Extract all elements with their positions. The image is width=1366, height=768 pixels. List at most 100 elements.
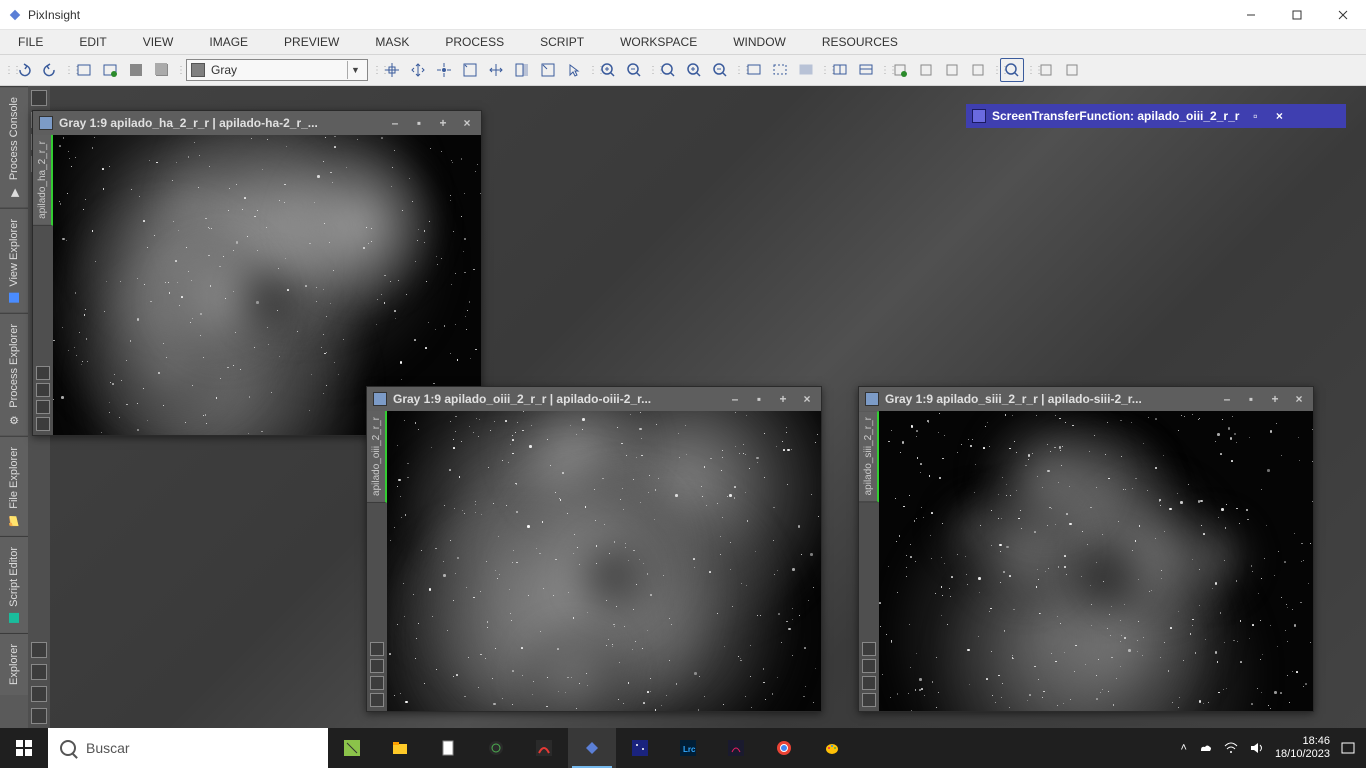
menu-process[interactable]: PROCESS [445,35,504,49]
iconize-button[interactable]: ▪ [411,115,427,131]
dock-process-explorer[interactable]: ⚙Process Explorer [0,313,28,436]
maximize-button[interactable]: + [775,391,791,407]
side-tool[interactable] [862,642,876,656]
toolstrip-btn[interactable] [31,708,47,724]
redo-button[interactable] [38,58,62,82]
taskbar-app-chrome[interactable] [760,728,808,768]
ext2-button[interactable] [1060,58,1084,82]
taskbar-app-document[interactable] [424,728,472,768]
screen-button[interactable] [742,58,766,82]
menu-window[interactable]: WINDOW [733,35,786,49]
taskbar-app-fileexplorer[interactable] [376,728,424,768]
close-button[interactable] [1320,0,1366,30]
proc1-button[interactable] [888,58,912,82]
zoom-tool-button[interactable] [484,58,508,82]
dock-view-explorer[interactable]: View Explorer [0,208,28,313]
image-window-titlebar[interactable]: Gray 1:9 apilado_siii_2_r_r | apilado-si… [859,387,1313,411]
center-button[interactable] [432,58,456,82]
screen3-button[interactable] [794,58,818,82]
side-tool[interactable] [36,417,50,431]
undo-button[interactable] [12,58,36,82]
side-tool[interactable] [36,383,50,397]
taskbar-app-stellarium[interactable] [616,728,664,768]
menu-preview[interactable]: PREVIEW [284,35,339,49]
dock-file-explorer[interactable]: 📁File Explorer [0,436,28,537]
active-tool-button[interactable] [1000,58,1024,82]
volume-icon[interactable] [1249,740,1265,756]
stf-process-window[interactable]: ScreenTransferFunction: apilado_oiii_2_r… [966,104,1346,128]
taskbar-app-nina[interactable] [520,728,568,768]
dynamic-button[interactable] [536,58,560,82]
proc2-button[interactable] [914,58,938,82]
proc3-button[interactable] [940,58,964,82]
start-button[interactable] [0,728,48,768]
menu-edit[interactable]: EDIT [79,35,106,49]
image-window-titlebar[interactable]: Gray 1:9 apilado_ha_2_r_r | apilado-ha-2… [33,111,481,135]
notifications-icon[interactable] [1340,740,1356,756]
iconize-button[interactable]: ▪ [751,391,767,407]
shade-button[interactable]: – [1219,391,1235,407]
zoom-optimal-button[interactable] [708,58,732,82]
close-button[interactable]: × [459,115,475,131]
colorspace-combo[interactable]: Gray ▼ [186,59,368,81]
taskbar-app-notepadpp[interactable] [328,728,376,768]
wb2-button[interactable] [854,58,878,82]
image-window-siii[interactable]: Gray 1:9 apilado_siii_2_r_r | apilado-si… [858,386,1314,712]
toolstrip-btn[interactable] [31,686,47,702]
search-box[interactable]: Buscar [48,728,328,768]
side-tool[interactable] [370,693,384,707]
pointer-button[interactable] [562,58,586,82]
preview-button[interactable] [510,58,534,82]
save-image-button[interactable] [124,58,148,82]
readout-button[interactable] [380,58,404,82]
menu-view[interactable]: VIEW [143,35,174,49]
maximize-button[interactable] [1274,0,1320,30]
minimize-button[interactable] [1228,0,1274,30]
zoom-in-button[interactable] [596,58,620,82]
tray-chevron-icon[interactable]: ˄ [1181,742,1187,754]
wifi-icon[interactable] [1223,740,1239,756]
taskbar-app-lightroom[interactable]: Lrc [664,728,712,768]
side-tool[interactable] [862,659,876,673]
side-tool[interactable] [370,676,384,690]
dock-explorer[interactable]: Explorer [0,633,28,695]
open-image-button[interactable] [98,58,122,82]
maximize-button[interactable]: + [1267,391,1283,407]
image-window-titlebar[interactable]: Gray 1:9 apilado_oiii_2_r_r | apilado-oi… [367,387,821,411]
pan-button[interactable] [406,58,430,82]
close-button[interactable]: × [1271,108,1287,124]
close-button[interactable]: × [1291,391,1307,407]
close-button[interactable]: × [799,391,815,407]
taskbar-app-siril[interactable] [712,728,760,768]
taskbar-app-pixinsight[interactable] [568,728,616,768]
zoom-1to1-button[interactable] [656,58,680,82]
menu-workspace[interactable]: WORKSPACE [620,35,697,49]
toolstrip-btn[interactable] [31,664,47,680]
image-canvas[interactable] [387,411,821,711]
ext1-button[interactable] [1034,58,1058,82]
zoom-out-button[interactable] [622,58,646,82]
toolstrip-btn[interactable] [31,90,47,106]
dock-process-console[interactable]: ▶Process Console [0,86,28,208]
proc4-button[interactable] [966,58,990,82]
menu-file[interactable]: FILE [18,35,43,49]
image-identifier-tab[interactable]: apilado_oiii_2_r_r [367,411,387,503]
image-identifier-tab[interactable]: apilado_ha_2_r_r [33,135,53,226]
taskbar-app-phd2[interactable] [472,728,520,768]
image-window-oiii[interactable]: Gray 1:9 apilado_oiii_2_r_r | apilado-oi… [366,386,822,712]
shade-button[interactable]: – [387,115,403,131]
side-tool[interactable] [370,642,384,656]
fit-button[interactable] [458,58,482,82]
taskbar-app-paint[interactable] [808,728,856,768]
side-tool[interactable] [36,400,50,414]
maximize-button[interactable]: + [435,115,451,131]
image-identifier-tab[interactable]: apilado_siii_2_r_r [859,411,879,502]
side-tool[interactable] [36,366,50,380]
dock-script-editor[interactable]: Script Editor [0,536,28,633]
wb-button[interactable] [828,58,852,82]
side-tool[interactable] [862,693,876,707]
toolbar-grip-icon[interactable]: ⋮⋮ [4,58,10,82]
image-canvas[interactable] [879,411,1313,711]
workspace[interactable]: ▶Process Console View Explorer ⚙Process … [0,86,1366,728]
menu-mask[interactable]: MASK [375,35,409,49]
